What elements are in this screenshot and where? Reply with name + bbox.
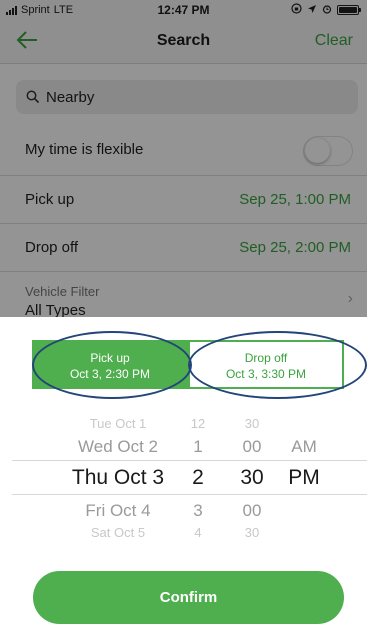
picker-ampm-option[interactable]: AM xyxy=(282,437,326,457)
picker-date-selected[interactable]: Thu Oct 3 xyxy=(48,466,188,490)
date-time-picker[interactable]: Tue Oct 1 Wed Oct 2 Thu Oct 3 Fri Oct 4 … xyxy=(0,412,367,542)
picker-ampm-selected[interactable]: PM xyxy=(282,466,326,490)
picker-hour-selected[interactable]: 2 xyxy=(183,466,213,490)
dim-overlay[interactable] xyxy=(0,0,367,317)
picker-hour-option[interactable]: 3 xyxy=(183,501,213,521)
confirm-button[interactable]: Confirm xyxy=(33,571,344,624)
picker-date-option[interactable]: Wed Oct 2 xyxy=(58,437,178,457)
picker-hour-option[interactable]: 12 xyxy=(183,416,213,431)
date-time-sheet: Pick up Oct 3, 2:30 PM Drop off Oct 3, 3… xyxy=(0,317,367,643)
picker-minute-option[interactable]: 00 xyxy=(232,501,272,521)
picker-date-option[interactable]: Sat Oct 5 xyxy=(58,525,178,540)
dropoff-annotation-ring xyxy=(188,331,367,399)
picker-hour-option[interactable]: 1 xyxy=(183,437,213,457)
picker-hour-option[interactable]: 4 xyxy=(183,525,213,540)
pickup-annotation-ring xyxy=(32,331,192,399)
picker-date-option[interactable]: Fri Oct 4 xyxy=(58,501,178,521)
picker-divider-bottom xyxy=(12,494,367,495)
picker-minute-option[interactable]: 00 xyxy=(232,437,272,457)
picker-minute-selected[interactable]: 30 xyxy=(232,466,272,490)
picker-minute-option[interactable]: 30 xyxy=(232,416,272,431)
picker-divider-top xyxy=(12,460,367,461)
picker-minute-option[interactable]: 30 xyxy=(232,525,272,540)
picker-date-option[interactable]: Tue Oct 1 xyxy=(58,416,178,431)
